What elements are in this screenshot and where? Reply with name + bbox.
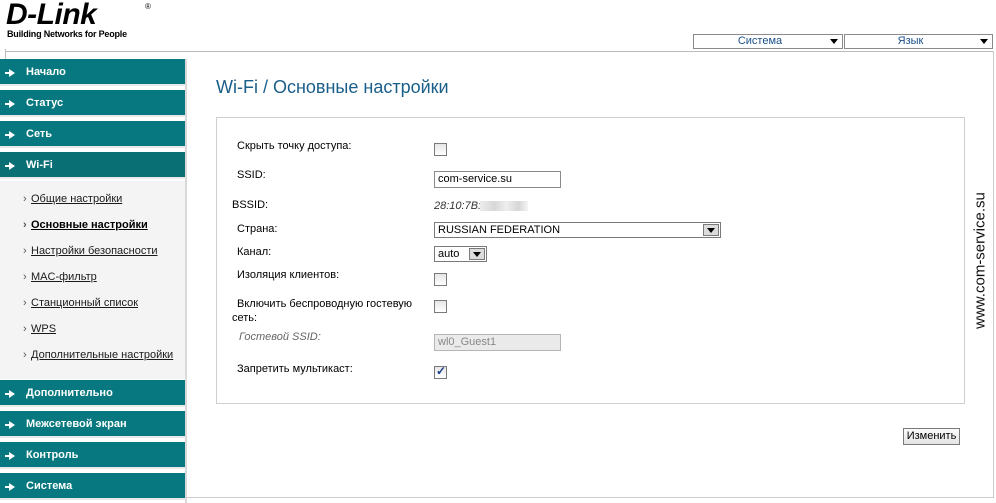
language-menu-select[interactable]: Язык bbox=[844, 34, 993, 49]
guest-ssid-label: Гостевой SSID: bbox=[239, 331, 321, 343]
chevron-down-icon bbox=[703, 224, 719, 236]
submenu-mac-filter[interactable]: › MAC-фильтр bbox=[23, 271, 97, 283]
page-title: Wi-Fi / Основные настройки bbox=[216, 77, 449, 97]
country-select[interactable]: RUSSIAN FEDERATION bbox=[434, 222, 721, 238]
arrow-right-icon bbox=[5, 390, 15, 398]
block-multicast-label: Запретить мультикаст: bbox=[237, 363, 353, 375]
submenu-security-settings[interactable]: › Настройки безопасности bbox=[23, 245, 158, 257]
submenu-label: Общие настройки bbox=[31, 193, 123, 205]
arrow-right-icon bbox=[5, 69, 15, 77]
sidebar-item-start[interactable]: Начало bbox=[0, 59, 186, 86]
submenu-basic-settings[interactable]: › Основные настройки bbox=[23, 219, 148, 231]
sidebar-item-status[interactable]: Статус bbox=[0, 90, 186, 117]
sidebar-item-label: Система bbox=[26, 480, 73, 492]
hide-ap-label: Скрыть точку доступа: bbox=[237, 140, 352, 152]
bssid-value: 28:10:7B: bbox=[434, 200, 482, 212]
system-menu-label: Система bbox=[737, 35, 783, 47]
country-select-value: RUSSIAN FEDERATION bbox=[438, 224, 561, 236]
submenu-label: Настройки безопасности bbox=[31, 245, 158, 257]
arrow-right-icon bbox=[5, 421, 15, 429]
change-button[interactable]: Изменить bbox=[903, 428, 960, 445]
system-menu-select[interactable]: Система bbox=[693, 34, 843, 49]
sidebar-item-advanced[interactable]: Дополнительно bbox=[0, 380, 186, 407]
sidebar: Начало Статус Сеть Wi-Fi › Общие настройк… bbox=[0, 59, 186, 503]
arrow-right-icon bbox=[5, 162, 15, 170]
submenu-label: WPS bbox=[31, 323, 57, 335]
dlink-logo: D-Link ® Building Networks for People bbox=[6, 0, 156, 42]
logo-tagline: Building Networks for People bbox=[7, 29, 127, 39]
settings-panel bbox=[216, 117, 965, 404]
block-multicast-checkbox[interactable] bbox=[434, 364, 447, 379]
sidebar-item-label: Статус bbox=[26, 97, 64, 109]
submenu-label: Дополнительные настройки bbox=[31, 349, 174, 361]
submenu-label: Основные настройки bbox=[31, 219, 148, 231]
submenu-advanced-settings[interactable]: › Дополнительные настройки bbox=[23, 349, 173, 361]
sidebar-item-firewall[interactable]: Межсетевой экран bbox=[0, 411, 186, 438]
client-isolation-label: Изоляция клиентов: bbox=[237, 269, 340, 281]
wifi-submenu: › Общие настройки › Основные настройки › На… bbox=[0, 181, 186, 379]
bssid-redacted bbox=[480, 201, 528, 211]
sidebar-item-network[interactable]: Сеть bbox=[0, 121, 186, 148]
chevron-down-icon bbox=[830, 39, 838, 44]
submenu-wps[interactable]: › WPS bbox=[23, 323, 56, 335]
sidebar-item-label: Межсетевой экран bbox=[26, 418, 127, 430]
watermark: www.com-service.su bbox=[965, 192, 995, 342]
guest-network-label-line1: Включить беспроводную гостевую bbox=[237, 298, 413, 310]
submenu-general-settings[interactable]: › Общие настройки bbox=[23, 193, 122, 205]
bssid-label: BSSID: bbox=[232, 199, 269, 211]
watermark-text: www.com-service.su bbox=[971, 192, 989, 329]
sidebar-item-label: Сеть bbox=[26, 128, 53, 140]
sidebar-item-label: Контроль bbox=[26, 449, 79, 461]
guest-network-checkbox[interactable] bbox=[434, 300, 447, 313]
footer-divider bbox=[186, 497, 994, 498]
ssid-input[interactable]: com-service.su bbox=[434, 171, 561, 188]
arrow-right-icon bbox=[5, 100, 15, 108]
client-isolation-checkbox[interactable] bbox=[434, 273, 447, 286]
chevron-down-icon bbox=[469, 248, 485, 260]
arrow-right-icon bbox=[5, 483, 15, 491]
header-divider bbox=[5, 51, 993, 52]
sidebar-item-control[interactable]: Контроль bbox=[0, 442, 186, 469]
sidebar-shadow bbox=[185, 59, 187, 503]
language-menu-label: Язык bbox=[897, 35, 924, 47]
arrow-right-icon bbox=[5, 131, 15, 139]
submenu-label: Станционный список bbox=[31, 297, 139, 309]
sidebar-item-label: Начало bbox=[26, 66, 66, 78]
channel-label: Канал: bbox=[237, 246, 272, 258]
country-label: Страна: bbox=[237, 223, 278, 235]
arrow-right-icon bbox=[5, 452, 15, 460]
sidebar-item-label: Дополнительно bbox=[26, 387, 113, 399]
sidebar-item-label: Wi-Fi bbox=[26, 159, 53, 171]
channel-select-value: auto bbox=[438, 248, 460, 260]
guest-network-label-line2: сеть: bbox=[232, 312, 258, 324]
hide-ap-checkbox[interactable] bbox=[434, 143, 447, 156]
ssid-label: SSID: bbox=[237, 169, 266, 181]
submenu-label: MAC-фильтр bbox=[31, 271, 97, 283]
channel-select[interactable]: auto bbox=[434, 246, 487, 262]
submenu-station-list[interactable]: › Станционный список bbox=[23, 297, 138, 309]
chevron-down-icon bbox=[980, 39, 988, 44]
logo-registered-mark: ® bbox=[145, 2, 151, 11]
logo-brand: D-Link bbox=[6, 0, 97, 31]
header-divider-tick bbox=[5, 49, 6, 59]
sidebar-item-system[interactable]: Система bbox=[0, 473, 186, 500]
guest-ssid-input[interactable]: wl0_Guest1 bbox=[434, 334, 561, 351]
sidebar-item-wifi[interactable]: Wi-Fi bbox=[0, 152, 186, 179]
